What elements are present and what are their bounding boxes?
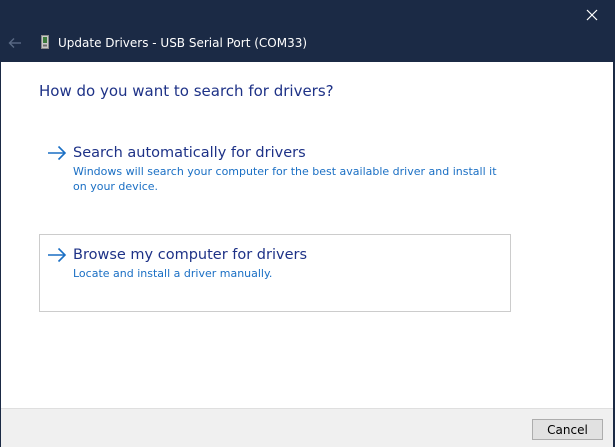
back-button[interactable] [5,34,25,52]
update-drivers-window: Update Drivers - USB Serial Port (COM33)… [0,0,615,447]
title-bar: Update Drivers - USB Serial Port (COM33) [0,0,615,62]
browse-computer-option[interactable]: Browse my computer for drivers Locate an… [39,234,511,312]
option-description: Locate and install a driver manually. [73,267,273,280]
close-button[interactable] [569,0,615,30]
page-title: How do you want to search for drivers? [39,82,334,100]
usb-device-icon [41,35,49,49]
right-arrow-icon [48,145,67,161]
right-arrow-icon [48,247,67,263]
dialog-footer: Cancel [1,408,613,447]
back-arrow-icon [8,38,21,48]
option-title: Search automatically for drivers [73,145,306,161]
close-icon [586,9,598,21]
search-automatically-option[interactable]: Search automatically for drivers Windows… [39,132,511,206]
dialog-content: How do you want to search for drivers? S… [1,62,613,408]
option-title: Browse my computer for drivers [73,247,308,263]
option-description: Windows will search your computer for th… [73,165,497,193]
window-title: Update Drivers - USB Serial Port (COM33) [58,36,308,50]
cancel-button[interactable]: Cancel [532,419,603,440]
